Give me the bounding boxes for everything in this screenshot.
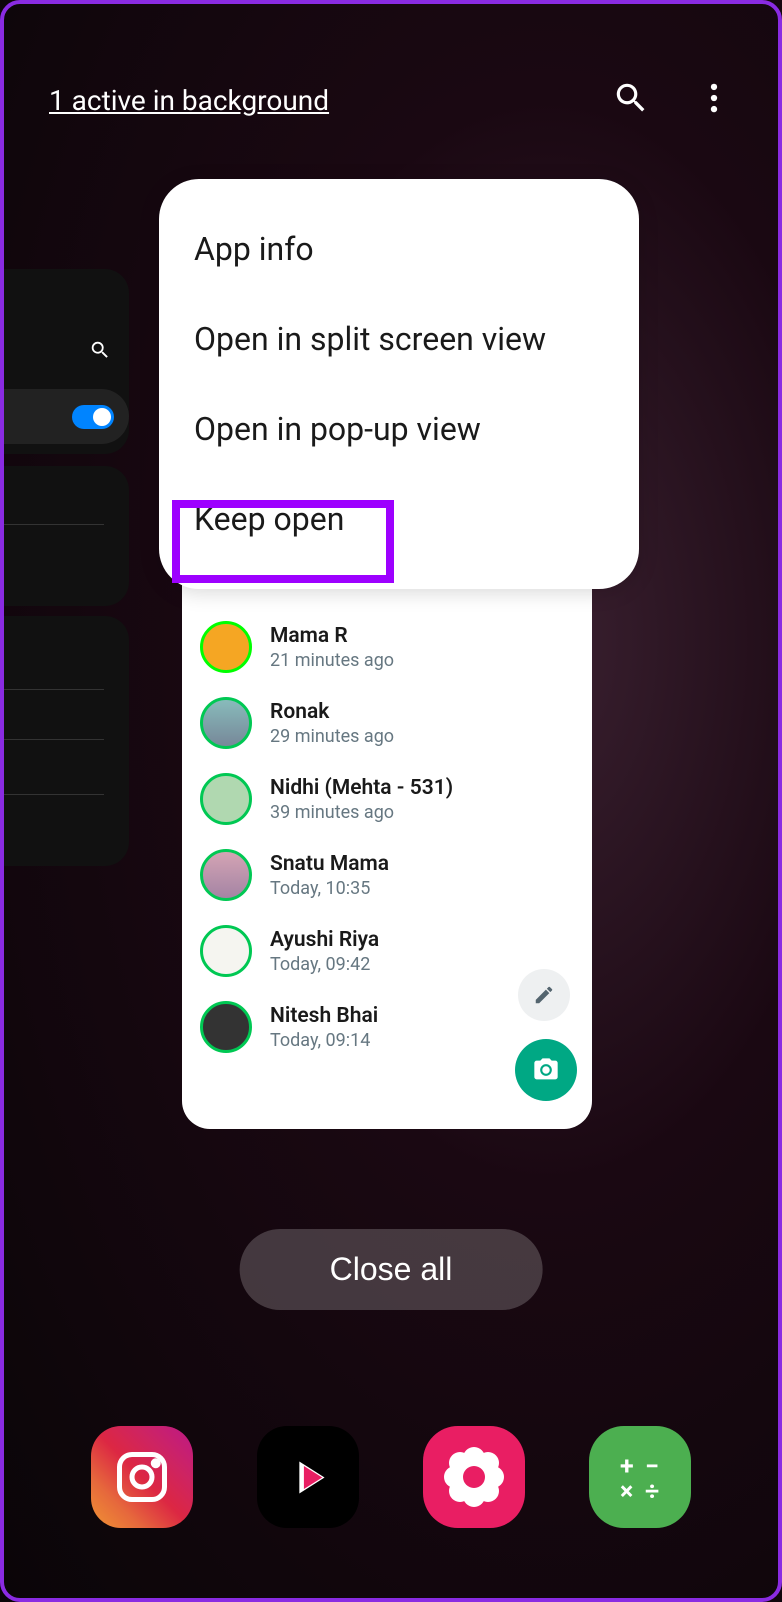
status-name: Snatu Mama [270,852,574,876]
status-time: 29 minutes ago [270,726,574,747]
split-screen-option[interactable]: Open in split screen view [159,294,639,384]
popup-view-option[interactable]: Open in pop-up view [159,384,639,474]
avatar [200,925,252,977]
svg-text:×: × [620,1478,633,1507]
status-item[interactable]: Ronak 29 minutes ago [182,685,592,761]
divider [4,524,104,525]
avatar [200,697,252,749]
gallery-app-icon[interactable] [423,1426,525,1528]
calculator-app-icon[interactable]: +−×÷ [589,1426,691,1528]
status-name: Mama R [270,624,574,648]
top-actions [612,79,733,121]
divider [4,794,104,795]
status-time: Today, 10:35 [270,878,574,899]
keep-open-option[interactable]: Keep open [159,474,639,564]
youtube-app-icon[interactable] [257,1426,359,1528]
status-name: Ayushi Riya [270,928,574,952]
status-time: Today, 09:42 [270,954,574,975]
instagram-app-icon[interactable] [91,1426,193,1528]
active-background-link[interactable]: 1 active in background [49,84,329,117]
status-name: Ronak [270,700,574,724]
app-options-popup: App info Open in split screen view Open … [159,179,639,589]
status-name: Nidhi (Mehta - 531) [270,776,574,800]
side-toggle-row [4,389,129,444]
camera-fab[interactable] [515,1039,577,1101]
status-item[interactable]: Snatu Mama Today, 10:35 [182,837,592,913]
toggle-switch[interactable] [72,405,114,429]
avatar [200,1001,252,1053]
svg-text:÷: ÷ [645,1478,659,1507]
status-time: 21 minutes ago [270,650,574,671]
divider [4,739,104,740]
close-all-button[interactable]: Close all [240,1229,543,1310]
side-app-card[interactable] [4,466,129,606]
avatar [200,621,252,673]
recents-top-bar: 1 active in background [4,79,778,121]
dock: +−×÷ [4,1426,778,1528]
status-item[interactable]: Nidhi (Mehta - 531) 39 minutes ago [182,761,592,837]
more-icon[interactable] [695,79,733,121]
avatar [200,849,252,901]
divider [4,689,104,690]
search-icon[interactable] [612,79,650,121]
edit-fab[interactable] [518,969,570,1021]
status-item[interactable]: Mama R 21 minutes ago [182,609,592,685]
avatar [200,773,252,825]
side-app-card[interactable] [4,616,129,866]
status-time: 39 minutes ago [270,802,574,823]
side-search-icon [89,339,111,365]
app-info-option[interactable]: App info [159,204,639,294]
